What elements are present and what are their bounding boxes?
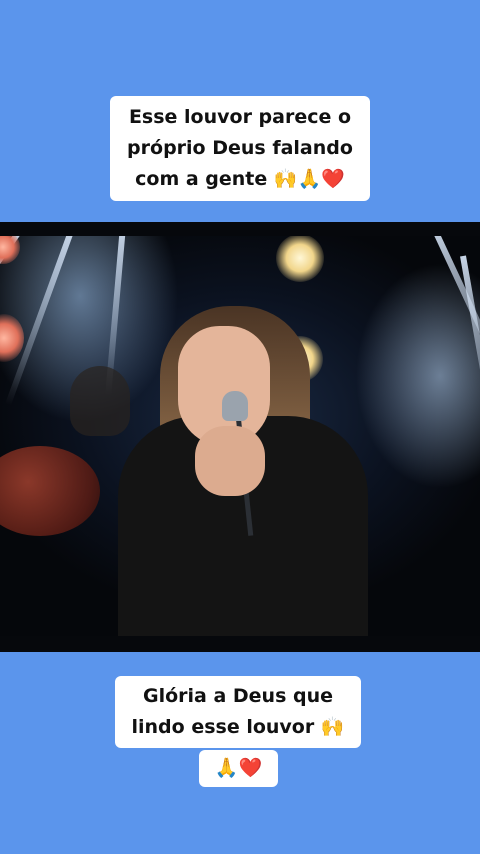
top-caption-line-3: com a gente 🙌🙏❤️ bbox=[135, 168, 345, 190]
top-caption: Esse louvor parece o próprio Deus faland… bbox=[110, 96, 370, 201]
top-caption-line-1: Esse louvor parece o bbox=[128, 106, 352, 128]
video-player[interactable] bbox=[0, 222, 480, 652]
top-caption-line-2: próprio Deus falando bbox=[127, 137, 353, 159]
stage-light bbox=[0, 314, 24, 362]
bottom-caption: Glória a Deus que lindo esse louvor 🙌 bbox=[115, 676, 361, 748]
bottom-caption-emoji: 🙏❤️ bbox=[199, 750, 278, 787]
video-frame bbox=[0, 236, 480, 636]
microphone-icon bbox=[222, 391, 248, 421]
bottom-caption-line-1: Glória a Deus que bbox=[142, 685, 334, 707]
bottom-caption-line-3: 🙏❤️ bbox=[214, 757, 263, 779]
stage-light bbox=[276, 236, 324, 282]
stage-light bbox=[0, 236, 20, 264]
bottom-caption-line-2: lindo esse louvor 🙌 bbox=[131, 716, 345, 738]
background-musician bbox=[70, 366, 130, 436]
stage-beam bbox=[460, 255, 480, 434]
singer-hands bbox=[195, 426, 265, 496]
guitar bbox=[0, 446, 100, 536]
reel-screen: Esse louvor parece o próprio Deus faland… bbox=[0, 0, 480, 854]
